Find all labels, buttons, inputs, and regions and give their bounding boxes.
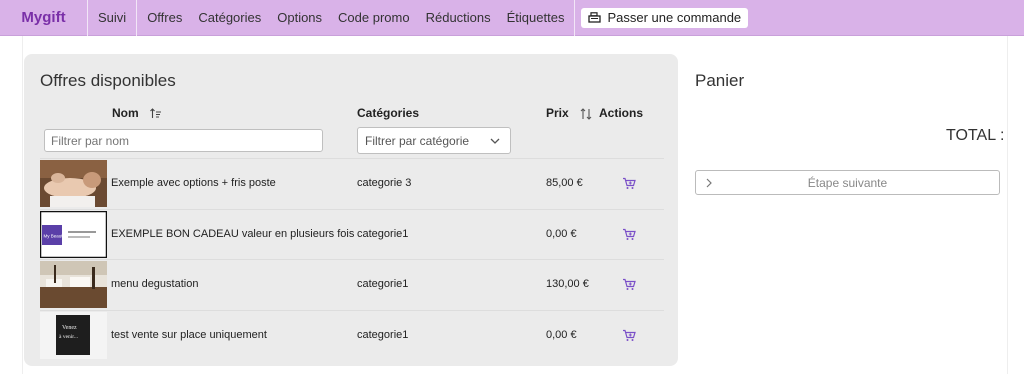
- next-step-label: Étape suivante: [807, 175, 888, 190]
- brand-logo[interactable]: Mygift: [0, 0, 88, 36]
- offer-thumbnail: [40, 160, 107, 207]
- filter-category-select[interactable]: Filtrer par catégorie: [357, 127, 511, 154]
- add-to-cart-icon[interactable]: [622, 228, 636, 241]
- column-header-name[interactable]: Nom: [112, 106, 162, 120]
- filter-category-label: Filtrer par catégorie: [365, 134, 470, 148]
- add-to-cart-icon[interactable]: [622, 329, 636, 342]
- column-header-actions: Actions: [599, 106, 644, 120]
- offers-panel: Offres disponibles Nom Catégories Prix A…: [24, 54, 678, 366]
- offer-thumbnail: Venez à venir...: [40, 311, 107, 359]
- offer-row: My Beauty EXEMPLE BON CADEAU valeur en p…: [40, 208, 664, 260]
- offer-category: categorie 3: [357, 177, 412, 189]
- offer-name: test vente sur place uniquement: [111, 328, 267, 341]
- filter-name-input[interactable]: [44, 129, 323, 152]
- add-to-cart-icon[interactable]: [622, 278, 636, 291]
- offer-row: Venez à venir... test vente sur place un…: [40, 309, 664, 361]
- svg-text:à venir...: à venir...: [59, 334, 79, 340]
- svg-text:My Beauty: My Beauty: [44, 233, 66, 238]
- nav-links: Offres Catégories Options Code promo Réd…: [137, 0, 576, 36]
- top-nav: Mygift Suivi Offres Catégories Options C…: [0, 0, 1024, 36]
- column-header-price[interactable]: Prix: [546, 106, 592, 120]
- nav-offres[interactable]: Offres: [147, 10, 182, 25]
- column-header-category: Catégories: [357, 106, 420, 120]
- offer-row: menu degustation categorie1 130,00 €: [40, 259, 664, 310]
- offer-price: 0,00 €: [546, 227, 577, 240]
- nav-options[interactable]: Options: [277, 10, 322, 25]
- offer-name: menu degustation: [111, 278, 199, 290]
- offer-thumbnail: My Beauty: [40, 210, 107, 258]
- offer-price: 0,00 €: [546, 328, 577, 341]
- offer-price: 130,00 €: [546, 278, 589, 290]
- nav-code-promo[interactable]: Code promo: [338, 10, 410, 25]
- offer-category: categorie1: [357, 227, 409, 240]
- nav-categories[interactable]: Catégories: [198, 10, 261, 25]
- offer-name: EXEMPLE BON CADEAU valeur en plusieurs f…: [111, 227, 355, 240]
- offer-thumbnail: [40, 261, 107, 308]
- add-to-cart-icon[interactable]: [622, 177, 636, 190]
- place-order-button[interactable]: Passer une commande: [581, 7, 749, 28]
- offers-title: Offres disponibles: [40, 71, 176, 90]
- cash-register-icon: [588, 12, 602, 23]
- chevron-down-icon: [490, 138, 500, 144]
- place-order-label: Passer une commande: [607, 10, 742, 25]
- offer-row: Exemple avec options + fris poste catego…: [40, 158, 664, 209]
- svg-text:Venez: Venez: [62, 325, 77, 331]
- sort-both-icon: [580, 108, 592, 120]
- cart-title: Panier: [695, 71, 745, 90]
- nav-etiquettes[interactable]: Étiquettes: [507, 10, 565, 25]
- nav-reductions[interactable]: Réductions: [426, 10, 491, 25]
- next-step-button[interactable]: Étape suivante: [695, 170, 1000, 195]
- offer-price: 85,00 €: [546, 177, 583, 189]
- offers-list: Exemple avec options + fris poste catego…: [40, 158, 664, 360]
- nav-suivi[interactable]: Suivi: [88, 0, 138, 36]
- chevron-right-icon: [706, 178, 712, 188]
- sort-asc-icon: [150, 108, 162, 119]
- offer-category: categorie1: [357, 278, 409, 290]
- offer-category: categorie1: [357, 328, 409, 341]
- offer-name: Exemple avec options + fris poste: [111, 177, 276, 189]
- cart-total-label: TOTAL :: [946, 127, 1005, 144]
